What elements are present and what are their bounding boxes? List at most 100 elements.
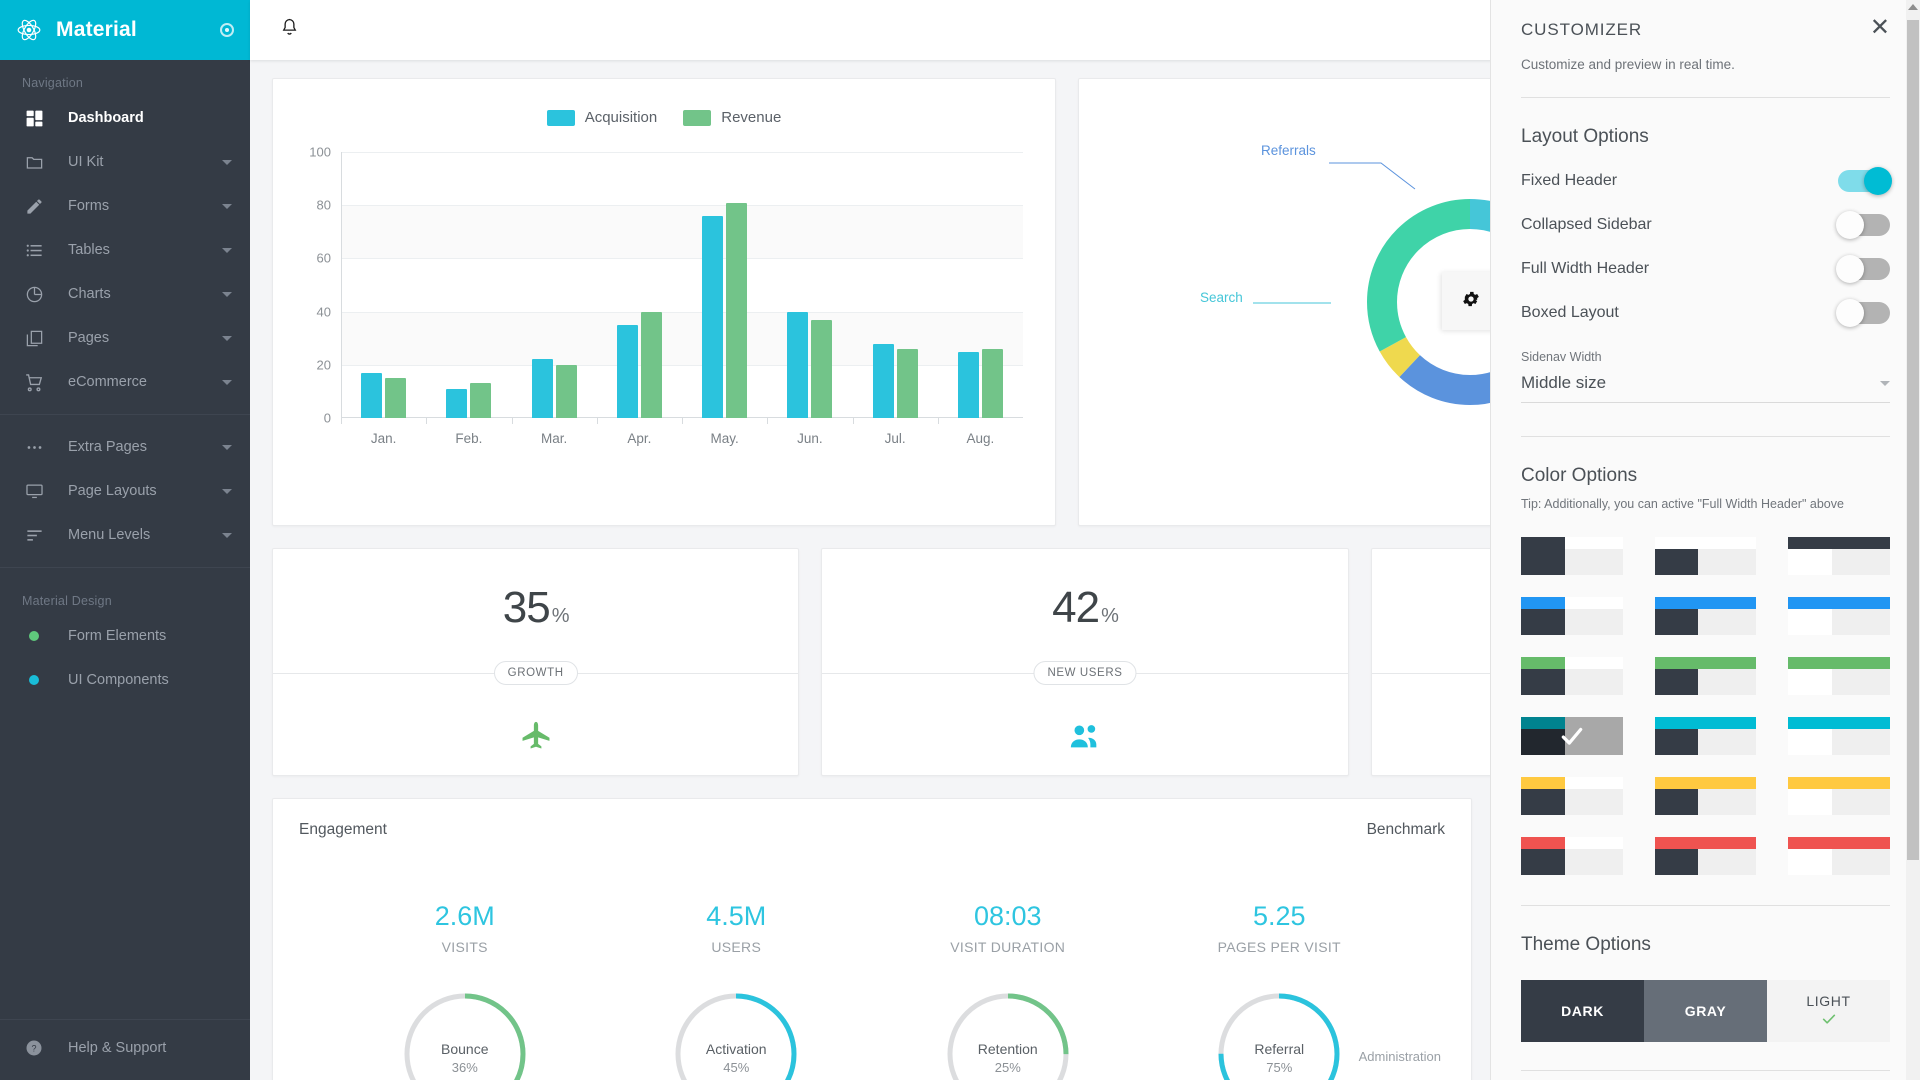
customizer-divider-2 (1521, 436, 1890, 437)
stat-unit: % (552, 605, 569, 627)
sidebar-item-ui-components[interactable]: UI Components (0, 658, 250, 702)
bar-acquisition[interactable] (702, 216, 723, 418)
donut-label-search: Search (1200, 290, 1243, 305)
option-full-width-header[interactable]: Full Width Header (1521, 258, 1890, 280)
color-swatch-2[interactable] (1788, 537, 1890, 575)
y-tick: 0 (324, 411, 331, 426)
bar-acquisition[interactable] (446, 389, 467, 418)
bar-revenue[interactable] (385, 378, 406, 418)
color-swatch-7[interactable] (1655, 657, 1757, 695)
theme-button-light[interactable]: LIGHT (1767, 980, 1890, 1042)
bar-revenue[interactable] (470, 383, 491, 418)
kpi-visit-duration: 08:03 VISIT DURATION (872, 901, 1144, 955)
sidebar-item-tables[interactable]: Tables (0, 228, 250, 272)
gauge-name: Bounce (329, 1041, 601, 1057)
stat-card-new-users: 42% NEW USERS (821, 548, 1348, 776)
scrollbar-thumb[interactable] (1907, 20, 1919, 860)
close-icon[interactable]: ✕ (1870, 20, 1890, 36)
stat-number: 35 (503, 583, 550, 632)
color-swatch-6[interactable] (1521, 657, 1623, 695)
kpi-pages-per-visit: 5.25 PAGES PER VISIT (1144, 901, 1416, 955)
color-swatch-17[interactable] (1788, 837, 1890, 875)
bar-acquisition[interactable] (617, 325, 638, 418)
color-swatch-13[interactable] (1655, 777, 1757, 815)
toggle-full-width-header[interactable] (1838, 258, 1890, 280)
color-swatch-8[interactable] (1788, 657, 1890, 695)
kpi-label: VISIT DURATION (872, 939, 1144, 955)
check-icon (1819, 1011, 1839, 1030)
toggle-fixed-header[interactable] (1838, 170, 1890, 192)
bar-revenue[interactable] (982, 349, 1003, 418)
stat-card-growth: 35% GROWTH (272, 548, 799, 776)
color-swatch-15[interactable] (1521, 837, 1623, 875)
y-tick: 80 (317, 198, 331, 213)
legend-item-revenue[interactable]: Revenue (683, 109, 781, 126)
bar-acquisition[interactable] (361, 373, 382, 418)
kpi-visits: 2.6M VISITS (329, 901, 601, 955)
dot-icon (22, 624, 46, 648)
option-boxed-layout[interactable]: Boxed Layout (1521, 302, 1890, 324)
benchmark-link[interactable]: Benchmark (1367, 821, 1445, 839)
bar-revenue[interactable] (897, 349, 918, 418)
bar-group (597, 152, 682, 418)
dot-icon (22, 668, 46, 692)
option-label: Full Width Header (1521, 260, 1649, 278)
bar-revenue[interactable] (726, 203, 747, 418)
gauge-percent: 75% (1144, 1060, 1416, 1075)
option-collapsed-sidebar[interactable]: Collapsed Sidebar (1521, 214, 1890, 236)
theme-button-gray[interactable]: GRAY (1644, 980, 1767, 1042)
sidebar-item-label: UI Components (46, 672, 232, 688)
color-swatch-1[interactable] (1655, 537, 1757, 575)
bar-acquisition[interactable] (532, 359, 553, 418)
sidebar-item-pages[interactable]: Pages (0, 316, 250, 360)
sidebar-item-form-elements[interactable]: Form Elements (0, 614, 250, 658)
bar-chart-plot: 100 80 60 40 20 0 (293, 152, 1035, 452)
sidebar-item-charts[interactable]: Charts (0, 272, 250, 316)
color-swatch-16[interactable] (1655, 837, 1757, 875)
bar-revenue[interactable] (556, 365, 577, 418)
customizer-scrollbar[interactable] (1906, 0, 1920, 1080)
sidebar-item-dashboard[interactable]: Dashboard (0, 96, 250, 140)
sidebar-item-ui-kit[interactable]: UI Kit (0, 140, 250, 184)
sidebar-item-label: Form Elements (46, 628, 232, 644)
bar-acquisition[interactable] (787, 312, 808, 418)
legend-swatch-revenue (683, 110, 711, 126)
bar-acquisition[interactable] (958, 352, 979, 419)
acquisition-revenue-bar-chart-card: Acquisition Revenue 100 80 60 40 20 0 (272, 78, 1056, 526)
color-swatch-4[interactable] (1655, 597, 1757, 635)
toggle-collapsed-sidebar[interactable] (1838, 214, 1890, 236)
chevron-down-icon (222, 292, 232, 297)
bar-revenue[interactable] (641, 312, 662, 418)
theme-button-dark[interactable]: DARK (1521, 980, 1644, 1042)
color-swatch-9[interactable] (1521, 717, 1623, 755)
bar-acquisition[interactable] (873, 344, 894, 418)
color-swatch-10[interactable] (1655, 717, 1757, 755)
sidebar-item-page-layouts[interactable]: Page Layouts (0, 469, 250, 513)
dashboard-grid-icon (22, 106, 46, 130)
sidebar-item-help-support[interactable]: ? Help & Support (0, 1026, 250, 1070)
sidebar-item-ecommerce[interactable]: eCommerce (0, 360, 250, 404)
color-swatch-3[interactable] (1521, 597, 1623, 635)
option-fixed-header[interactable]: Fixed Header (1521, 170, 1890, 192)
question-circle-icon: ? (22, 1036, 46, 1060)
legend-item-acquisition[interactable]: Acquisition (547, 109, 658, 126)
sidebar-item-forms[interactable]: Forms (0, 184, 250, 228)
color-swatch-0[interactable] (1521, 537, 1623, 575)
engagement-header: Engagement Benchmark (299, 821, 1445, 839)
brand-header[interactable]: Material (0, 0, 250, 60)
notifications-button[interactable] (270, 11, 308, 49)
sidebar-item-extra-pages[interactable]: Extra Pages (0, 425, 250, 469)
bar-revenue[interactable] (811, 320, 832, 418)
color-swatch-12[interactable] (1521, 777, 1623, 815)
color-swatch-11[interactable] (1788, 717, 1890, 755)
radio-dot-icon[interactable] (220, 23, 234, 37)
engagement-kpi-row: 2.6M VISITS 4.5M USERS 08:03 VISIT DURAT… (299, 901, 1445, 955)
color-swatch-5[interactable] (1788, 597, 1890, 635)
color-swatch-14[interactable] (1788, 777, 1890, 815)
legend-label-acquisition: Acquisition (585, 109, 658, 126)
sidenav-width-select[interactable]: Middle size (1521, 369, 1890, 403)
airplane-icon (519, 719, 553, 758)
scroll-up-arrow-icon[interactable] (1908, 4, 1918, 10)
toggle-boxed-layout[interactable] (1838, 302, 1890, 324)
sidebar-item-menu-levels[interactable]: Menu Levels (0, 513, 250, 557)
